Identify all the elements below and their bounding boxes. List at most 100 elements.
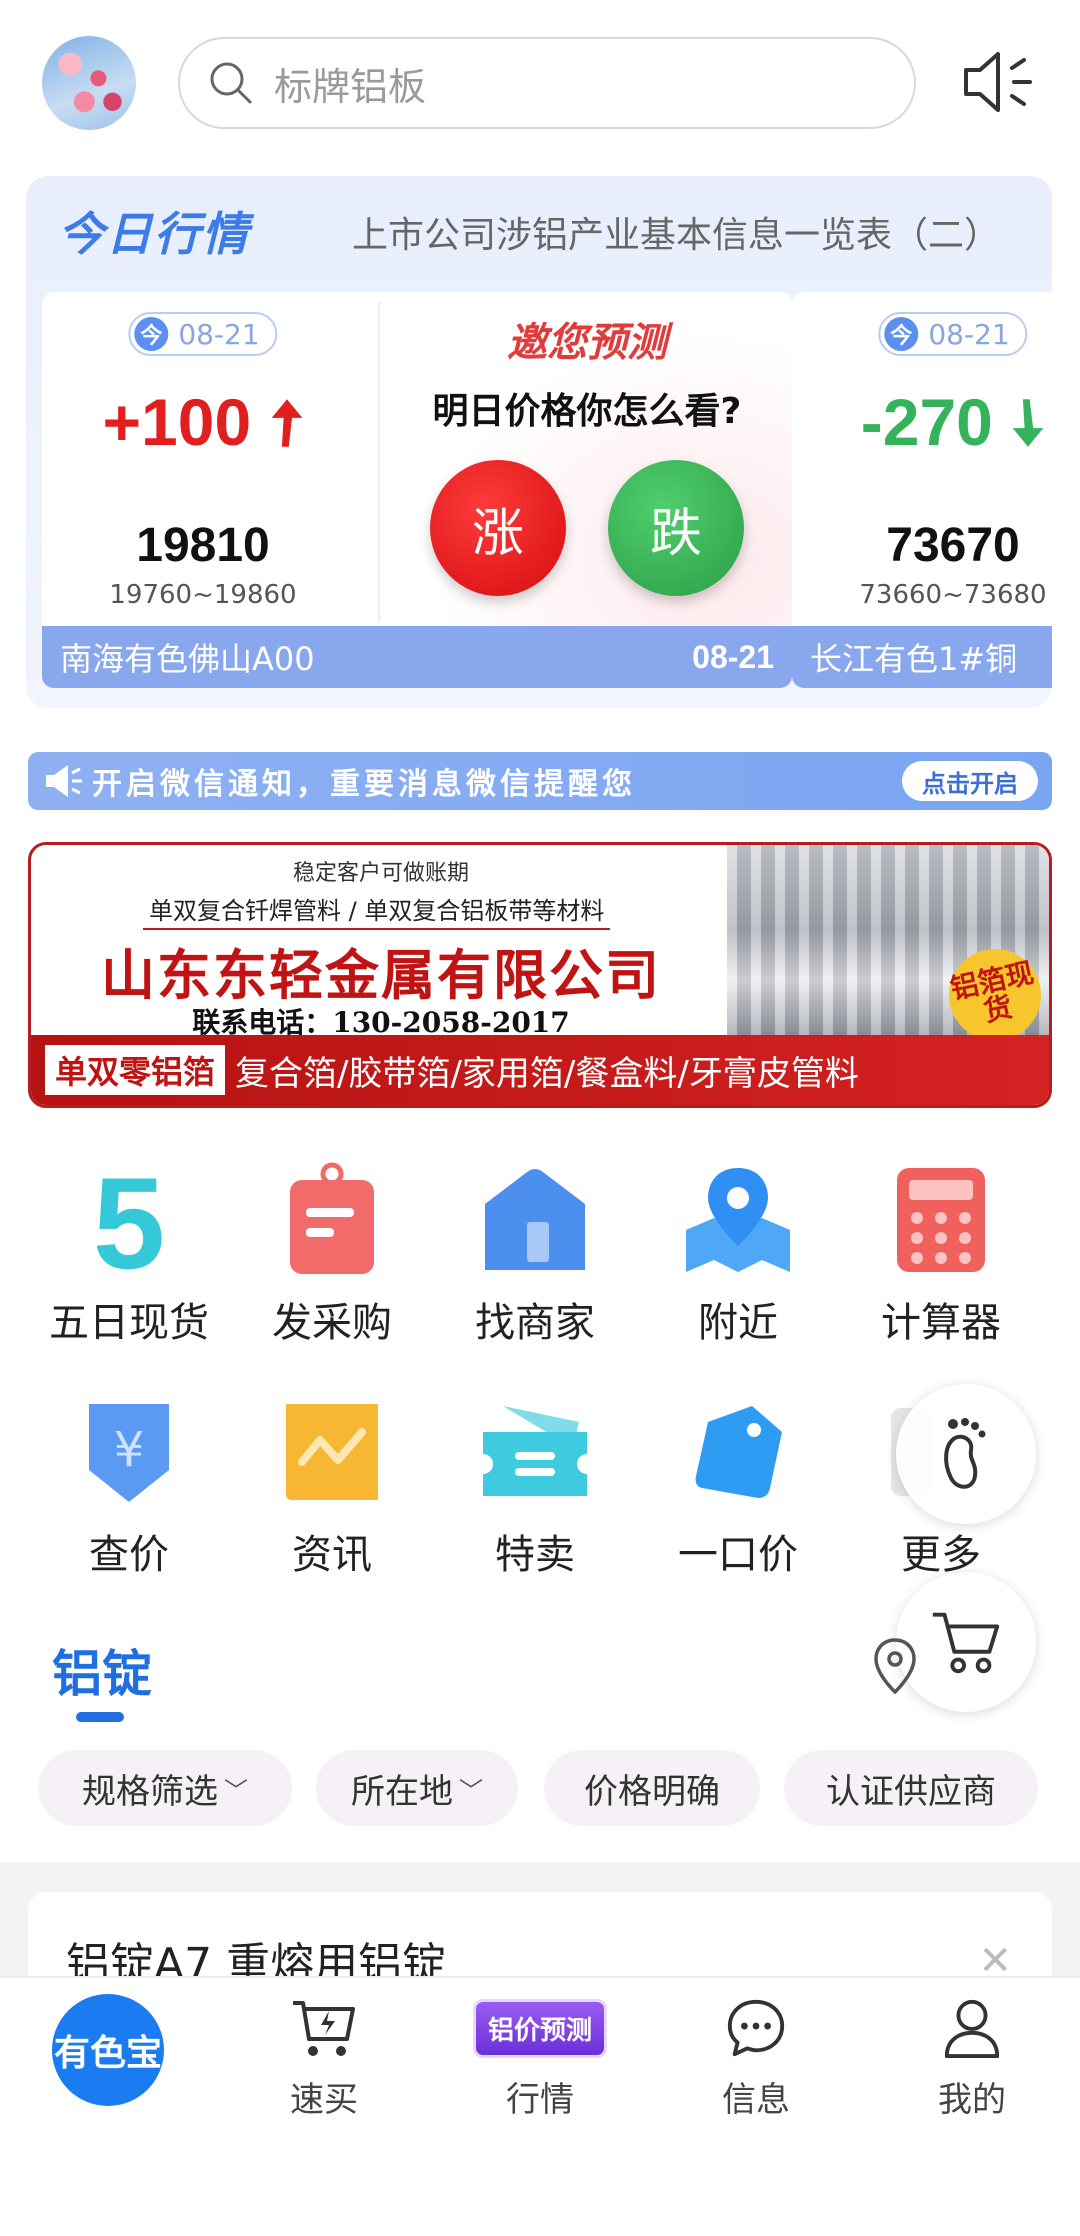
nav-item-quick-buy[interactable]: 速买: [234, 1994, 414, 2121]
date-pill: 今 08-21: [878, 312, 1028, 356]
store-icon: [475, 1160, 595, 1280]
grid-label: 计算器: [881, 1300, 1001, 1346]
nav-item-market[interactable]: 铝价预测 行情: [450, 1994, 630, 2121]
ad-bar-tag: 单双零铝箔: [45, 1045, 226, 1095]
megaphone-icon: [46, 765, 82, 797]
nav-label: 行情: [506, 2080, 574, 2120]
section-title[interactable]: 铝锭: [52, 1634, 152, 1706]
grid-item-special-sale[interactable]: 特卖: [430, 1392, 640, 1580]
grid-label: 更多: [901, 1532, 981, 1578]
nav-home-button[interactable]: 有色宝: [52, 1994, 164, 2106]
ad-line-1: 稳定客户可做账期: [292, 861, 469, 886]
filter-spec[interactable]: 规格筛选 ﹀: [38, 1750, 292, 1826]
grid-label: 查价: [89, 1532, 169, 1578]
grid-label: 发采购: [272, 1300, 392, 1346]
price-card[interactable]: 今 08-21 +100 19810 19760~19860 邀您预测 明日价格…: [42, 292, 792, 688]
grid-label: 资讯: [292, 1532, 372, 1578]
date-pill: 今 08-21: [128, 312, 278, 356]
vote-up-button[interactable]: 涨: [430, 460, 566, 596]
price-date: 08-21: [928, 317, 1010, 351]
arrow-down-icon: [1012, 399, 1044, 447]
news-icon: [272, 1392, 392, 1512]
avatar[interactable]: [42, 36, 136, 130]
chevron-down-icon: ﹀: [224, 1776, 248, 1805]
divider: [378, 302, 380, 622]
price-footer-date: 08-21: [692, 638, 774, 675]
grid-label: 特卖: [495, 1532, 575, 1578]
grid-item-calculator[interactable]: 计算器: [836, 1160, 1046, 1348]
price-date: 08-21: [178, 317, 260, 351]
search-bar[interactable]: 标牌铝板: [178, 37, 916, 129]
nav-item-messages[interactable]: 信息: [666, 1994, 846, 2121]
price-range: 19760~19860: [109, 580, 297, 610]
ad-bottom-bar: 单双零铝箔 复合箔/胶带箔/家用箔/餐盒料/牙膏皮管料: [31, 1035, 1049, 1105]
price-change: -270: [792, 384, 1052, 460]
nav-label: 我的: [938, 2080, 1006, 2120]
svg-text:¥: ¥: [114, 1422, 145, 1478]
lightning-cart-icon: [293, 2001, 355, 2056]
filter-clear-price[interactable]: 价格明确: [544, 1750, 760, 1826]
clipboard-icon: [272, 1160, 392, 1280]
today-badge: 今: [884, 317, 919, 351]
grid-item-five-day-spot[interactable]: 5 五日现货: [24, 1150, 234, 1348]
svg-text:5: 5: [93, 1160, 165, 1280]
grid-item-find-merchant[interactable]: 找商家: [430, 1160, 640, 1348]
yen-shield-icon: ¥: [69, 1392, 189, 1512]
top-bar: 标牌铝板: [0, 0, 1080, 170]
grid-label: 一口价: [678, 1532, 798, 1578]
speaker-icon[interactable]: [958, 42, 1038, 122]
price-source-bar[interactable]: 南海有色佛山A00 08-21: [42, 626, 792, 688]
grid-label: 附近: [698, 1300, 778, 1346]
poll-question: 明日价格你怎么看?: [432, 391, 742, 432]
price-range: 73660~73680: [859, 580, 1047, 610]
filter-label: 价格明确: [584, 1771, 720, 1812]
search-placeholder: 标牌铝板: [274, 64, 427, 109]
grid-item-check-price[interactable]: ¥ 查价: [24, 1392, 234, 1580]
nav-label: 信息: [722, 2080, 790, 2120]
prediction-poll: 邀您预测 明日价格你怎么看? 涨 跌: [382, 292, 792, 628]
market-tag: 今日行情: [58, 207, 250, 261]
price-item[interactable]: 今 08-21 -270 73670 73660~73680: [792, 292, 1052, 628]
price-value: 19810: [136, 519, 270, 572]
market-panel: 今日行情 上市公司涉铝产业基本信息一览表（二） 今 08-21 +100 198…: [26, 176, 1052, 708]
grid-label: 找商家: [475, 1300, 595, 1346]
price-tag-icon: [678, 1392, 798, 1512]
price-source-bar[interactable]: 长江有色1#铜: [792, 626, 1052, 688]
filter-location[interactable]: 所在地 ﹀: [316, 1750, 518, 1826]
user-icon: [944, 1999, 1000, 2059]
ad-bar-text: 复合箔/胶带箔/家用箔/餐盒料/牙膏皮管料: [235, 1053, 859, 1094]
today-badge: 今: [134, 317, 169, 351]
filter-certified-supplier[interactable]: 认证供应商: [784, 1750, 1038, 1826]
ad-line-2: 单双复合钎焊管料 / 单双复合铝板带等材料: [143, 891, 611, 930]
chevron-down-icon: ﹀: [459, 1776, 483, 1805]
cart-icon: [932, 1612, 1000, 1674]
search-icon: [206, 58, 256, 108]
grid-item-news[interactable]: 资讯: [227, 1392, 437, 1580]
filter-label: 认证供应商: [826, 1771, 996, 1812]
footprint-float-button[interactable]: [896, 1384, 1036, 1524]
ad-banner[interactable]: 稳定客户可做账期 单双复合钎焊管料 / 单双复合铝板带等材料 山东东轻金属有限公…: [28, 842, 1052, 1108]
footprint-icon: [944, 1418, 986, 1489]
filter-label: 所在地: [351, 1771, 453, 1812]
price-source: 长江有色1#铜: [810, 640, 1018, 678]
section-underline: [76, 1712, 124, 1722]
poll-title: 邀您预测: [507, 320, 667, 366]
price-value: 73670: [886, 519, 1020, 572]
map-pin-icon: [678, 1160, 798, 1280]
ad-company: 山东东轻金属有限公司: [101, 944, 661, 1007]
enable-notice-button[interactable]: 点击开启: [902, 761, 1038, 801]
grid-label: 五日现货: [49, 1300, 209, 1346]
market-headline[interactable]: 上市公司涉铝产业基本信息一览表（二）: [352, 206, 1000, 258]
price-item[interactable]: 今 08-21 +100 19810 19760~19860: [42, 292, 364, 628]
vote-down-button[interactable]: 跌: [608, 460, 744, 596]
grid-item-nearby[interactable]: 附近: [633, 1160, 843, 1348]
nav-item-profile[interactable]: 我的: [882, 1994, 1062, 2121]
filter-bar: 规格筛选 ﹀ 所在地 ﹀ 价格明确 认证供应商: [0, 1750, 1080, 1830]
price-card-2[interactable]: 今 08-21 -270 73670 73660~73680 长江有色1#铜: [792, 292, 1052, 688]
grid-item-fixed-price[interactable]: 一口价: [633, 1392, 843, 1580]
grid-item-post-purchase[interactable]: 发采购: [227, 1160, 437, 1348]
location-icon[interactable]: [870, 1636, 920, 1696]
wechat-notice-banner[interactable]: 开启微信通知，重要消息微信提醒您 点击开启: [28, 752, 1052, 810]
arrow-up-icon: [271, 399, 302, 447]
nav-label: 速买: [290, 2080, 358, 2120]
